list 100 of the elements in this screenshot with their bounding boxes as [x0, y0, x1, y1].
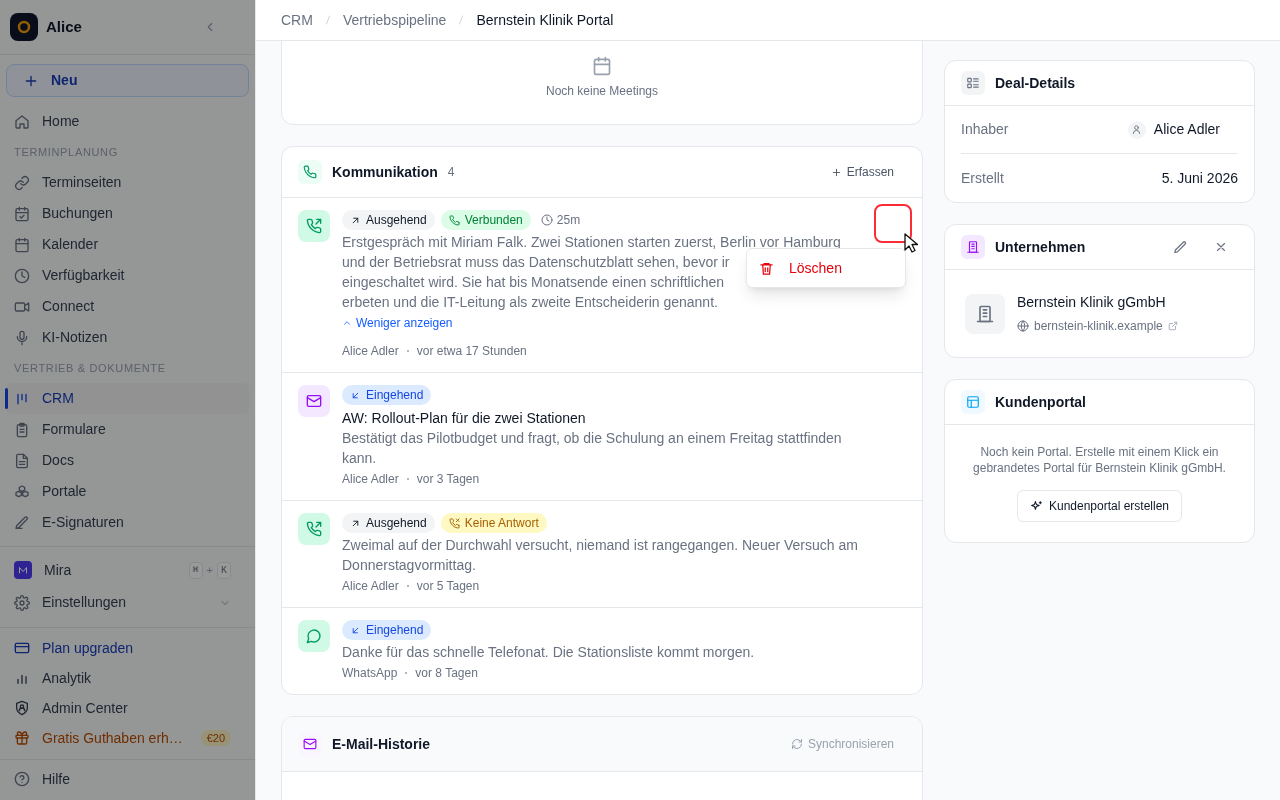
- card-title: Unternehmen: [995, 237, 1087, 257]
- message-time: vor 5 Tagen: [416, 578, 480, 595]
- nav-item[interactable]: Analytik: [6, 663, 249, 693]
- nav-item[interactable]: Gratis Guthaben erh… €20: [6, 723, 249, 753]
- direction-badge: Ausgehend: [342, 210, 435, 230]
- add-button[interactable]: Erfassen: [818, 158, 906, 186]
- call-duration: 25m: [540, 211, 581, 229]
- more-button[interactable]: [874, 204, 912, 243]
- workspace-logo: [10, 13, 38, 41]
- assistant-logo-icon: [14, 561, 32, 579]
- message-author: Alice Adler: [342, 471, 399, 488]
- nav-item[interactable]: KI-Notizen: [6, 322, 249, 353]
- nav-label: Plan upgraden: [42, 638, 135, 658]
- field-label: Erstellt: [961, 168, 1005, 188]
- direction-badge: Ausgehend: [342, 513, 435, 533]
- gift-icon: [14, 730, 30, 746]
- message-time: vor 8 Tagen: [415, 665, 478, 682]
- building-icon: [965, 293, 1005, 334]
- field-value: 5. Juni 2026: [1161, 168, 1238, 188]
- phone-missed-icon: [448, 517, 460, 529]
- nav-item[interactable]: Terminseiten: [6, 167, 249, 198]
- help-item[interactable]: Hilfe: [6, 764, 249, 794]
- nav-item[interactable]: Plan upgraden: [6, 633, 249, 663]
- nav-item[interactable]: Portale: [6, 476, 249, 507]
- empty-state-text: Noch keine Meetings: [545, 83, 659, 100]
- create-portal-button[interactable]: Kundenportal erstellen: [1016, 490, 1183, 522]
- chat-bubble-icon: [298, 620, 330, 652]
- home-icon: [14, 113, 30, 130]
- breadcrumb-link[interactable]: CRM: [281, 9, 313, 31]
- nav-item[interactable]: Connect: [6, 291, 249, 322]
- nav-item[interactable]: Home: [6, 106, 249, 137]
- website-link[interactable]: bernstein-klinik.example: [1017, 317, 1178, 335]
- nav-item[interactable]: Formulare: [6, 414, 249, 445]
- message-text-line: erbeten und die IT-Leitung als zweite Entscheiderin genannt.: [342, 293, 718, 312]
- assistant-label: Mira: [44, 560, 73, 580]
- phone-outgoing-icon: [298, 210, 330, 242]
- settings-item[interactable]: Einstellungen: [6, 586, 249, 619]
- calendar-icon: [14, 236, 30, 253]
- nav-item[interactable]: Docs: [6, 445, 249, 476]
- user-avatar-icon: [1127, 120, 1146, 139]
- section-heading: VERTRIEB & DOKUMENTE: [13, 360, 167, 376]
- card-title: E-Mail-Historie: [332, 734, 431, 754]
- chevron-up-icon: [342, 318, 352, 328]
- document-icon: [14, 452, 30, 469]
- nav-item[interactable]: Verfügbarkeit: [6, 260, 249, 291]
- message-time: vor 3 Tagen: [416, 471, 480, 488]
- message-text: Danke für das schnelle Telefonat. Die Stationsliste kommt morgen.: [342, 643, 756, 662]
- sparkles-icon: [1029, 499, 1043, 513]
- shortcut-key: ⌘: [188, 561, 203, 579]
- company-name: Bernstein Klinik gGmbH: [1017, 293, 1167, 312]
- card-title: Kundenportal: [995, 392, 1087, 412]
- show-less-link[interactable]: Weniger anzeigen: [342, 314, 453, 332]
- edit-icon[interactable]: [1173, 239, 1188, 255]
- nav-item[interactable]: Kalender: [6, 229, 249, 260]
- message-subject: AW: Rollout-Plan für die zwei Stationen: [342, 409, 587, 428]
- calendar-icon: [592, 56, 612, 76]
- field-label: Inhaber: [961, 120, 1010, 139]
- nav-label: Gratis Guthaben erh…: [42, 728, 184, 748]
- calendar-check-icon: [14, 205, 30, 222]
- nav-item[interactable]: CRM: [6, 383, 249, 414]
- direction-badge: Eingehend: [342, 620, 432, 640]
- plus-icon: [830, 166, 842, 178]
- clock-icon: [14, 267, 30, 284]
- message-text-line: und der Betriebsrat muss das Datenschutzblatt sehen, bevor ir: [342, 253, 730, 272]
- menu-item[interactable]: Löschen: [747, 253, 905, 283]
- nav-item[interactable]: E-Signaturen: [6, 507, 249, 538]
- message-text: Zweimal auf der Durchwahl versucht, niemand ist rangegangen. Neuer Versuch am Donnerstagvormittag.: [342, 536, 859, 575]
- direction-badge: Eingehend: [342, 385, 432, 405]
- workspace-name[interactable]: Alice: [46, 15, 195, 39]
- message-author: Alice Adler: [342, 343, 399, 360]
- owner-name[interactable]: Alice Adler: [1153, 119, 1220, 140]
- shortcut-key: K: [217, 561, 231, 579]
- shortcut-plus: +: [206, 562, 213, 578]
- breadcrumb-link[interactable]: Vertriebspipeline: [342, 9, 447, 31]
- clock-icon: [540, 214, 553, 226]
- nav-label: Admin Center: [42, 698, 129, 718]
- settings-icon: [14, 594, 30, 611]
- refresh-icon: [790, 738, 803, 750]
- phone-icon: [298, 160, 322, 184]
- nav-item[interactable]: Admin Center: [6, 693, 249, 723]
- pen-icon: [14, 514, 30, 531]
- assistant-item[interactable]: Mira ⌘ + K: [6, 554, 249, 586]
- building-icon: [961, 235, 985, 259]
- status-badge: Keine Antwort: [440, 513, 547, 533]
- mouse-pointer-icon: [902, 233, 920, 253]
- nav-item[interactable]: Buchungen: [6, 198, 249, 229]
- message-author: Alice Adler: [342, 578, 399, 595]
- shield-user-icon: [14, 700, 30, 716]
- new-button[interactable]: Neu: [6, 64, 249, 97]
- mail-icon: [298, 732, 322, 756]
- globe-icon: [1017, 320, 1029, 332]
- section-heading: TERMINPLANUNG: [13, 144, 119, 160]
- message-text: Bestätigt das Pilotbudget und fragt, ob die Schulung an einem Freitag stattfinden kann.: [342, 429, 843, 468]
- boxes-icon: [14, 483, 30, 500]
- close-icon[interactable]: [1214, 240, 1228, 254]
- message-text-line: eingeschaltet wird. Sie hat bis Monatsende einen schriftlichen: [342, 273, 725, 292]
- microphone-icon: [14, 329, 30, 346]
- status-badge: Verbunden: [440, 210, 531, 230]
- layout-icon: [961, 390, 985, 414]
- phone-outgoing-icon: [298, 513, 330, 545]
